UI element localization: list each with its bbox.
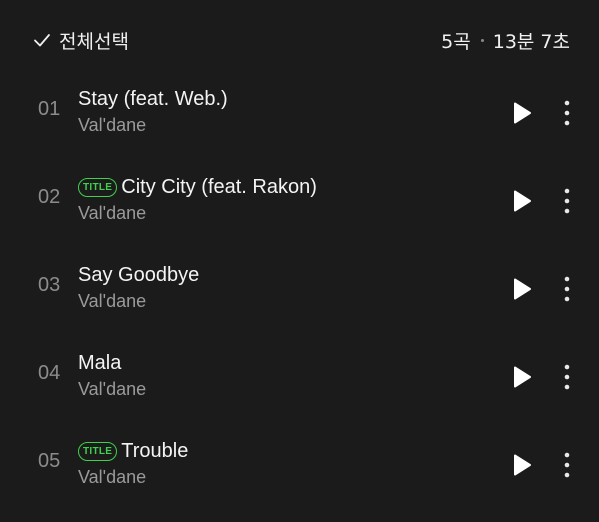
check-icon bbox=[34, 34, 50, 47]
track-info[interactable]: Stay (feat. Web.) Val'dane bbox=[78, 84, 478, 136]
track-info[interactable]: TITLE Trouble Val'dane bbox=[78, 436, 478, 488]
album-summary: 5곡 13분 7초 bbox=[441, 26, 570, 54]
track-row[interactable]: 03 Say Goodbye Val'dane bbox=[0, 246, 599, 334]
more-vertical-icon[interactable] bbox=[558, 451, 576, 479]
track-title-line: TITLE City City (feat. Rakon) bbox=[78, 172, 478, 202]
track-list: 01 Stay (feat. Web.) Val'dane 02 TITLE C… bbox=[0, 70, 599, 510]
track-artist[interactable]: Val'dane bbox=[78, 115, 478, 136]
title-track-badge: TITLE bbox=[78, 441, 118, 461]
play-icon[interactable] bbox=[510, 188, 534, 214]
select-all-label: 전체선택 bbox=[59, 30, 129, 53]
track-info[interactable]: Mala Val'dane bbox=[78, 348, 478, 400]
track-row[interactable]: 02 TITLE City City (feat. Rakon) Val'dan… bbox=[0, 158, 599, 246]
track-title-line: TITLE Trouble bbox=[78, 436, 478, 466]
track-artist[interactable]: Val'dane bbox=[78, 467, 478, 488]
more-vertical-icon[interactable] bbox=[558, 363, 576, 391]
track-number: 05 bbox=[38, 450, 61, 472]
track-title: City City (feat. Rakon) bbox=[121, 175, 317, 198]
track-artist[interactable]: Val'dane bbox=[78, 203, 478, 224]
play-icon[interactable] bbox=[510, 364, 534, 390]
more-vertical-icon[interactable] bbox=[558, 275, 576, 303]
play-icon[interactable] bbox=[510, 100, 534, 126]
track-title-line: Stay (feat. Web.) bbox=[78, 84, 478, 114]
track-number: 01 bbox=[38, 98, 61, 120]
track-row[interactable]: 05 TITLE Trouble Val'dane bbox=[0, 422, 599, 510]
track-title-line: Say Goodbye bbox=[78, 260, 478, 290]
track-title: Trouble bbox=[121, 439, 189, 462]
more-vertical-icon[interactable] bbox=[558, 187, 576, 215]
track-artist[interactable]: Val'dane bbox=[78, 291, 478, 312]
song-count: 5곡 bbox=[441, 30, 471, 53]
track-info[interactable]: Say Goodbye Val'dane bbox=[78, 260, 478, 312]
play-icon[interactable] bbox=[510, 276, 534, 302]
track-number: 04 bbox=[38, 362, 61, 384]
total-duration: 13분 7초 bbox=[492, 30, 570, 53]
title-track-badge: TITLE bbox=[78, 177, 118, 197]
separator-dot bbox=[480, 38, 484, 42]
tracklist-header: 전체선택 5곡 13분 7초 bbox=[0, 0, 599, 80]
track-title-line: Mala bbox=[78, 348, 478, 378]
track-number: 02 bbox=[38, 186, 61, 208]
track-row[interactable]: 04 Mala Val'dane bbox=[0, 334, 599, 422]
track-info[interactable]: TITLE City City (feat. Rakon) Val'dane bbox=[78, 172, 478, 224]
play-icon[interactable] bbox=[510, 452, 534, 478]
more-vertical-icon[interactable] bbox=[558, 99, 576, 127]
track-number: 03 bbox=[38, 274, 61, 296]
track-artist[interactable]: Val'dane bbox=[78, 379, 478, 400]
track-title: Say Goodbye bbox=[78, 263, 200, 286]
track-row[interactable]: 01 Stay (feat. Web.) Val'dane bbox=[0, 70, 599, 158]
track-title: Mala bbox=[78, 351, 122, 374]
track-title: Stay (feat. Web.) bbox=[78, 87, 228, 110]
select-all-button[interactable]: 전체선택 bbox=[32, 26, 129, 54]
